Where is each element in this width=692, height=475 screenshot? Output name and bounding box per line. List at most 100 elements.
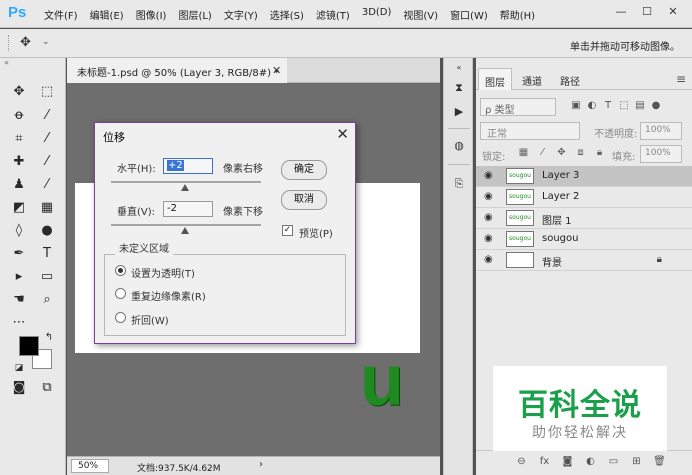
brush-tool-icon[interactable]: ⁄ bbox=[36, 152, 58, 172]
collapse-arrows-icon[interactable]: « bbox=[449, 58, 469, 78]
layer-row[interactable]: ◉ sougou sougou bbox=[476, 229, 692, 250]
marquee-tool-icon[interactable]: ⬚ bbox=[36, 82, 58, 102]
artboard-icon[interactable]: ⧈ bbox=[571, 147, 590, 158]
layer-row[interactable]: ◉ sougou 图层 1 bbox=[476, 208, 692, 229]
new-layer-icon[interactable]: ⊞ bbox=[625, 456, 648, 467]
ok-button[interactable]: 确定 bbox=[281, 160, 327, 180]
visibility-eye-icon[interactable]: ◉ bbox=[484, 212, 493, 223]
chevron-down-icon[interactable]: ⌄ bbox=[42, 37, 50, 47]
pen-tool-icon[interactable]: ✒ bbox=[8, 244, 30, 264]
pixel-filter-icon[interactable]: ▣ bbox=[568, 100, 584, 111]
maximize-button[interactable]: ☐ bbox=[634, 4, 660, 20]
adjustment-layer-icon[interactable]: ◐ bbox=[579, 456, 602, 467]
menu-select[interactable]: 选择(S) bbox=[270, 7, 304, 22]
vertical-slider-knob[interactable] bbox=[181, 227, 189, 234]
blur-tool-icon[interactable]: ◊ bbox=[8, 221, 30, 241]
document-tab[interactable]: 未标题-1.psd @ 50% (Layer 3, RGB/8#) * ✕ bbox=[67, 58, 287, 83]
more-tools-icon[interactable]: ⋯ bbox=[8, 313, 30, 333]
collapse-arrows-icon[interactable]: « bbox=[4, 58, 9, 67]
quick-mask-icon[interactable]: ◙ bbox=[8, 378, 30, 398]
horizontal-slider-track[interactable] bbox=[111, 181, 261, 183]
layer-style-fx-icon[interactable]: fx bbox=[533, 456, 556, 467]
properties-panel-icon[interactable]: ◍ bbox=[449, 136, 469, 156]
actions-play-icon[interactable]: ▶ bbox=[449, 102, 469, 122]
swap-colors-icon[interactable]: ↰ bbox=[38, 328, 60, 348]
tab-paths[interactable]: 路径 bbox=[554, 68, 586, 90]
shape-filter-icon[interactable]: ⬚ bbox=[616, 100, 632, 111]
lasso-tool-icon[interactable]: ꝋ bbox=[8, 106, 30, 126]
history-panel-icon[interactable]: ⧗ bbox=[449, 78, 469, 98]
menu-image[interactable]: 图像(I) bbox=[136, 7, 167, 22]
screen-mode-icon[interactable]: ⧉ bbox=[36, 378, 58, 398]
menu-filter[interactable]: 滤镜(T) bbox=[316, 7, 350, 22]
default-colors-icon[interactable]: ◪ bbox=[8, 358, 30, 378]
visibility-eye-icon[interactable]: ◉ bbox=[484, 254, 493, 265]
add-mask-icon[interactable]: ◙ bbox=[556, 456, 579, 467]
move-tool-icon[interactable]: ✥ bbox=[8, 82, 30, 102]
close-icon[interactable]: ✕ bbox=[272, 64, 281, 77]
layer-row[interactable]: ◉ sougou Layer 2 bbox=[476, 187, 692, 208]
clone-stamp-tool-icon[interactable]: ♟ bbox=[8, 175, 30, 195]
foreground-color-swatch[interactable] bbox=[19, 336, 39, 356]
close-icon[interactable]: ✕ bbox=[336, 125, 349, 143]
horizontal-input[interactable]: +2 bbox=[163, 158, 213, 174]
visibility-eye-icon[interactable]: ◉ bbox=[484, 233, 493, 244]
healing-brush-tool-icon[interactable]: ✚ bbox=[8, 152, 30, 172]
zoom-field[interactable]: 50% bbox=[71, 459, 109, 473]
eyedropper-tool-icon[interactable]: ⁄ bbox=[36, 129, 58, 149]
fill-field[interactable]: 100% bbox=[640, 145, 682, 163]
lock-transparent-icon[interactable]: ▦ bbox=[514, 147, 533, 158]
menu-layer[interactable]: 图层(L) bbox=[178, 7, 211, 22]
preview-checkbox[interactable]: ✓ bbox=[282, 225, 293, 236]
horizontal-slider-knob[interactable] bbox=[181, 184, 189, 191]
lock-all-icon[interactable]: 🔒︎ bbox=[590, 147, 609, 158]
gradient-tool-icon[interactable]: ▦ bbox=[36, 198, 58, 218]
history-brush-tool-icon[interactable]: ⁄ bbox=[36, 175, 58, 195]
menu-help[interactable]: 帮助(H) bbox=[500, 7, 535, 22]
lock-icon[interactable]: 🔒︎ bbox=[657, 254, 662, 265]
new-group-icon[interactable]: ▭ bbox=[602, 456, 625, 467]
eraser-tool-icon[interactable]: ◩ bbox=[8, 198, 30, 218]
radio-wrap-around[interactable] bbox=[115, 312, 126, 323]
menu-file[interactable]: 文件(F) bbox=[44, 7, 78, 22]
hand-tool-icon[interactable]: ☚ bbox=[8, 290, 30, 310]
dodge-tool-icon[interactable]: ● bbox=[36, 221, 58, 241]
menu-3d[interactable]: 3D(D) bbox=[362, 7, 392, 22]
magic-wand-tool-icon[interactable]: ⁄ bbox=[36, 106, 58, 126]
chevron-right-icon[interactable]: › bbox=[259, 459, 263, 470]
adjustments-panel-icon[interactable]: ⎘ bbox=[449, 174, 469, 194]
vertical-input[interactable]: -2 bbox=[163, 201, 213, 217]
type-filter-icon[interactable]: T bbox=[600, 100, 616, 111]
minimize-button[interactable]: — bbox=[608, 4, 634, 20]
panel-menu-icon[interactable]: ≡ bbox=[676, 72, 686, 86]
kind-filter-select[interactable]: ρ 类型 bbox=[480, 98, 556, 116]
lock-image-icon[interactable]: ⁄ bbox=[533, 147, 552, 158]
opacity-field[interactable]: 100% bbox=[640, 122, 682, 140]
menu-view[interactable]: 视图(V) bbox=[403, 7, 438, 22]
path-selection-tool-icon[interactable]: ▸ bbox=[8, 267, 30, 287]
tab-channels[interactable]: 通道 bbox=[516, 68, 548, 90]
radio-repeat-edge-pixels[interactable] bbox=[115, 288, 126, 299]
link-layers-icon[interactable]: ⊖ bbox=[510, 456, 533, 467]
rectangle-tool-icon[interactable]: ▭ bbox=[36, 267, 58, 287]
menu-window[interactable]: 窗口(W) bbox=[450, 7, 488, 22]
visibility-eye-icon[interactable]: ◉ bbox=[484, 191, 493, 202]
blend-mode-select[interactable]: 正常 bbox=[480, 122, 580, 140]
visibility-eye-icon[interactable]: ◉ bbox=[484, 170, 493, 181]
smart-object-filter-icon[interactable]: ▤ bbox=[632, 100, 648, 111]
delete-layer-icon[interactable]: 🗑︎ bbox=[648, 456, 671, 467]
radio-set-transparent[interactable] bbox=[115, 265, 126, 276]
layer-row[interactable]: ◉ 背景 🔒︎ bbox=[476, 250, 692, 271]
filter-toggle-icon[interactable]: ● bbox=[648, 100, 664, 111]
crop-tool-icon[interactable]: ⌗ bbox=[8, 129, 30, 149]
move-tool-preset-icon[interactable]: ✥ bbox=[20, 35, 31, 50]
adjustment-filter-icon[interactable]: ◐ bbox=[584, 100, 600, 111]
type-tool-icon[interactable]: T bbox=[36, 244, 58, 264]
menu-edit[interactable]: 编辑(E) bbox=[90, 7, 124, 22]
menu-type[interactable]: 文字(Y) bbox=[224, 7, 258, 22]
vertical-slider-track[interactable] bbox=[111, 224, 261, 226]
lock-position-icon[interactable]: ✥ bbox=[552, 147, 571, 158]
tab-layers[interactable]: 图层 bbox=[478, 68, 512, 90]
cancel-button[interactable]: 取消 bbox=[281, 190, 327, 210]
zoom-tool-icon[interactable]: ⌕ bbox=[36, 290, 58, 310]
